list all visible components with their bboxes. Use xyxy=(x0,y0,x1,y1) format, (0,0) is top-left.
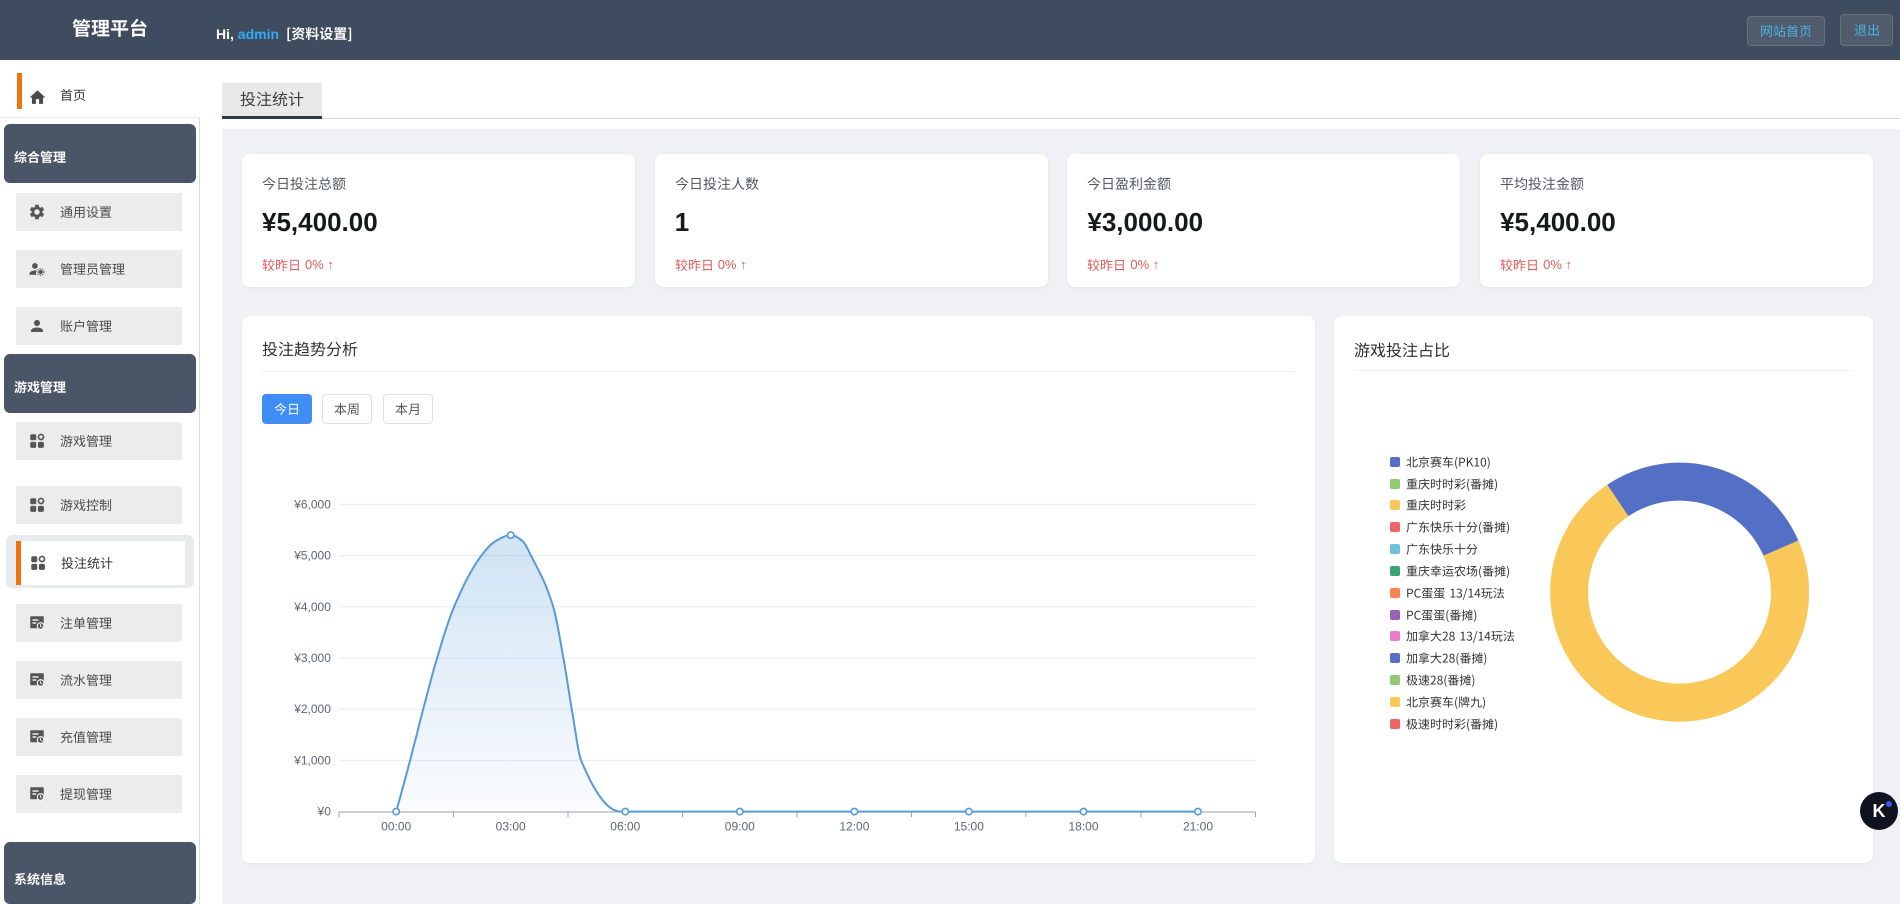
svg-text:00:00: 00:00 xyxy=(381,819,411,833)
svg-text:09:00: 09:00 xyxy=(725,819,755,833)
svg-text:03:00: 03:00 xyxy=(496,819,526,833)
svg-text:¥2,000: ¥2,000 xyxy=(293,702,331,716)
svg-text:¥1,000: ¥1,000 xyxy=(293,753,331,767)
svg-text:18:00: 18:00 xyxy=(1068,819,1098,833)
svg-text:¥5,000: ¥5,000 xyxy=(293,548,331,562)
svg-text:¥6,000: ¥6,000 xyxy=(293,497,331,511)
svg-text:12:00: 12:00 xyxy=(839,819,869,833)
svg-text:06:00: 06:00 xyxy=(610,819,640,833)
svg-text:¥4,000: ¥4,000 xyxy=(293,600,331,614)
svg-text:¥0: ¥0 xyxy=(317,804,332,818)
svg-text:¥3,000: ¥3,000 xyxy=(293,651,331,665)
svg-text:15:00: 15:00 xyxy=(954,819,984,833)
svg-text:21:00: 21:00 xyxy=(1183,819,1213,833)
